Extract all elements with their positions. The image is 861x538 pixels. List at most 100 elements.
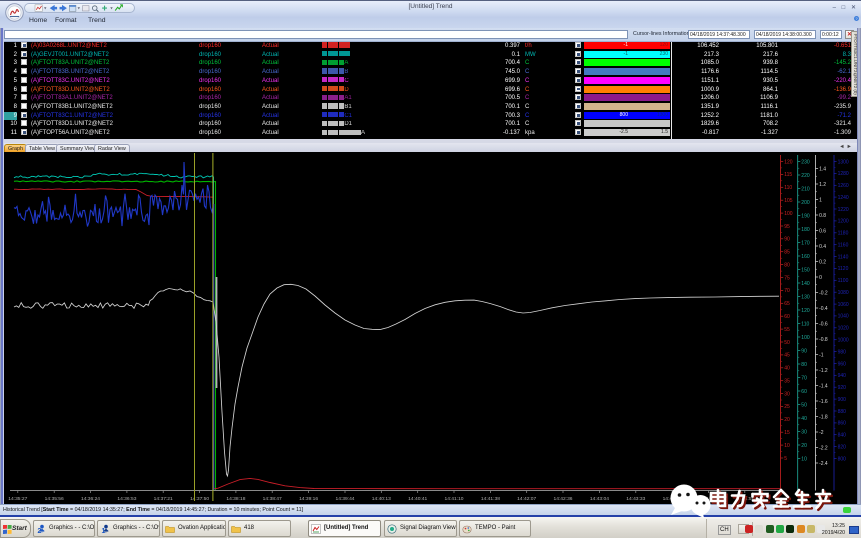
svg-text:14:36:24: 14:36:24 xyxy=(81,496,100,502)
svg-text:1040: 1040 xyxy=(838,314,849,320)
svg-text:-2: -2 xyxy=(819,430,824,436)
svg-text:30: 30 xyxy=(801,429,807,435)
svg-text:10: 10 xyxy=(801,456,807,462)
svg-text:-2.4: -2.4 xyxy=(819,461,828,467)
svg-text:65: 65 xyxy=(784,301,790,307)
svg-text:105: 105 xyxy=(784,198,793,204)
svg-text:-0.6: -0.6 xyxy=(819,321,828,327)
svg-text:0.2: 0.2 xyxy=(819,259,826,265)
svg-text:14:41:10: 14:41:10 xyxy=(444,496,463,502)
svg-text:210: 210 xyxy=(801,186,810,192)
svg-text:75: 75 xyxy=(784,275,790,281)
svg-text:0.4: 0.4 xyxy=(819,244,826,250)
svg-text:800: 800 xyxy=(838,456,847,462)
svg-text:200: 200 xyxy=(801,200,810,206)
svg-text:2: 2 xyxy=(38,528,42,534)
svg-text:20: 20 xyxy=(801,443,807,449)
svg-text:90: 90 xyxy=(784,237,790,243)
svg-text:-1.2: -1.2 xyxy=(819,368,828,374)
svg-text:55: 55 xyxy=(784,327,790,333)
svg-text:1100: 1100 xyxy=(838,278,849,284)
svg-text:-0.4: -0.4 xyxy=(819,306,828,312)
svg-text:130: 130 xyxy=(801,294,810,300)
svg-text:14:40:13: 14:40:13 xyxy=(372,496,391,502)
svg-text:1020: 1020 xyxy=(838,326,849,332)
svg-text:90: 90 xyxy=(801,348,807,354)
svg-text:170: 170 xyxy=(801,240,810,246)
svg-text:1220: 1220 xyxy=(838,207,849,213)
svg-text:40: 40 xyxy=(801,416,807,422)
svg-text:230: 230 xyxy=(801,159,810,165)
svg-text:14:38:47: 14:38:47 xyxy=(263,496,282,502)
svg-text:1200: 1200 xyxy=(838,219,849,225)
svg-text:45: 45 xyxy=(784,353,790,359)
svg-text:14:42:07: 14:42:07 xyxy=(517,496,536,502)
svg-text:920: 920 xyxy=(838,385,847,391)
svg-text:14:38:18: 14:38:18 xyxy=(226,496,245,502)
svg-text:940: 940 xyxy=(838,373,847,379)
svg-text:100: 100 xyxy=(784,211,793,217)
svg-text:50: 50 xyxy=(801,402,807,408)
svg-text:14:35:27: 14:35:27 xyxy=(8,496,27,502)
svg-text:860: 860 xyxy=(838,421,847,427)
svg-text:1.4: 1.4 xyxy=(819,166,826,172)
svg-text:980: 980 xyxy=(838,349,847,355)
svg-text:5: 5 xyxy=(784,456,787,462)
svg-text:880: 880 xyxy=(838,409,847,415)
svg-text:120: 120 xyxy=(801,308,810,314)
svg-text:115: 115 xyxy=(784,172,792,178)
svg-text:60: 60 xyxy=(801,389,807,395)
svg-text:14:43:04: 14:43:04 xyxy=(590,496,609,502)
svg-text:15: 15 xyxy=(784,430,790,436)
svg-text:160: 160 xyxy=(801,254,810,260)
svg-text:20: 20 xyxy=(784,417,790,423)
svg-text:14:41:38: 14:41:38 xyxy=(481,496,500,502)
svg-text:60: 60 xyxy=(784,314,790,320)
svg-text:-1.8: -1.8 xyxy=(819,414,828,420)
svg-text:25: 25 xyxy=(784,404,790,410)
svg-text:14:36:53: 14:36:53 xyxy=(117,496,136,502)
svg-text:1280: 1280 xyxy=(838,171,849,177)
svg-text:1080: 1080 xyxy=(838,290,849,296)
svg-text:820: 820 xyxy=(838,444,847,450)
svg-text:70: 70 xyxy=(784,288,790,294)
svg-text:14:39:44: 14:39:44 xyxy=(335,496,354,502)
svg-text:14:43:33: 14:43:33 xyxy=(626,496,645,502)
svg-text:10: 10 xyxy=(784,443,790,449)
svg-text:14:39:16: 14:39:16 xyxy=(299,496,318,502)
svg-text:140: 140 xyxy=(801,281,810,287)
svg-text:70: 70 xyxy=(801,375,807,381)
svg-text:120: 120 xyxy=(784,159,793,165)
svg-text:85: 85 xyxy=(784,250,790,256)
svg-text:840: 840 xyxy=(838,433,847,439)
svg-text:1: 1 xyxy=(102,528,106,534)
svg-text:220: 220 xyxy=(801,173,810,179)
svg-text:150: 150 xyxy=(801,267,810,273)
svg-text:1000: 1000 xyxy=(838,338,849,344)
svg-text:1120: 1120 xyxy=(838,266,849,272)
svg-text:1.2: 1.2 xyxy=(819,182,826,188)
svg-text:14:40:41: 14:40:41 xyxy=(408,496,427,502)
svg-text:190: 190 xyxy=(801,213,810,219)
svg-text:0.6: 0.6 xyxy=(819,228,826,234)
svg-text:1060: 1060 xyxy=(838,302,849,308)
svg-text:50: 50 xyxy=(784,340,790,346)
svg-text:1240: 1240 xyxy=(838,195,849,201)
svg-text:1180: 1180 xyxy=(838,231,849,237)
svg-text:14:35:56: 14:35:56 xyxy=(45,496,64,502)
svg-text:0: 0 xyxy=(819,275,822,281)
svg-text:14:37:50: 14:37:50 xyxy=(190,496,209,502)
svg-text:1260: 1260 xyxy=(838,183,849,189)
svg-text:40: 40 xyxy=(784,366,790,372)
svg-text:1160: 1160 xyxy=(838,243,849,249)
svg-text:30: 30 xyxy=(784,391,790,397)
svg-text:95: 95 xyxy=(784,224,790,230)
svg-text:35: 35 xyxy=(784,379,790,385)
svg-text:80: 80 xyxy=(801,362,807,368)
svg-text:-1.4: -1.4 xyxy=(819,383,828,389)
svg-text:180: 180 xyxy=(801,227,810,233)
svg-text:-1.6: -1.6 xyxy=(819,399,828,405)
svg-text:110: 110 xyxy=(801,321,809,327)
svg-text:900: 900 xyxy=(838,397,847,403)
svg-text:-1: -1 xyxy=(819,352,824,358)
